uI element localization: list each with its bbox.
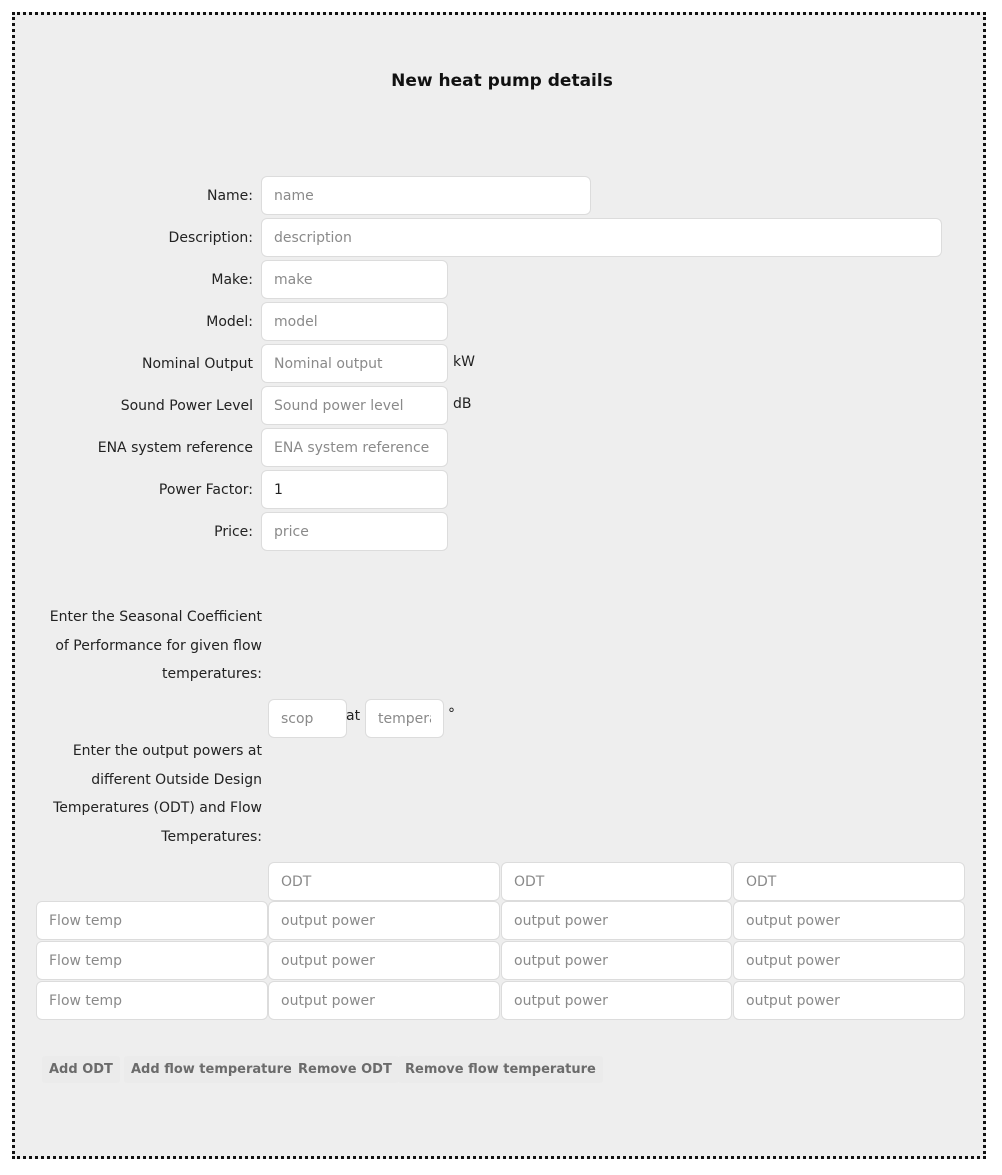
flow-temp-input-2[interactable] <box>36 941 268 980</box>
sound-power-level-label: Sound Power Level <box>120 398 253 414</box>
output-power-input-1-3[interactable] <box>733 901 965 940</box>
output-power-input-1-2[interactable] <box>501 901 732 940</box>
scop-at-label: at <box>346 708 361 724</box>
add-odt-button[interactable]: Add ODT <box>42 1056 120 1083</box>
price-label: Price: <box>214 524 253 540</box>
odt-input-1[interactable] <box>268 862 500 901</box>
output-power-input-1-1[interactable] <box>268 901 500 940</box>
output-power-input-2-3[interactable] <box>733 941 965 980</box>
ena-reference-input[interactable] <box>261 428 448 467</box>
power-factor-input[interactable] <box>261 470 448 509</box>
remove-flow-temperature-button[interactable]: Remove flow temperature <box>398 1056 603 1083</box>
flow-temp-input-1[interactable] <box>36 901 268 940</box>
nominal-output-input[interactable] <box>261 344 448 383</box>
sound-power-level-unit: dB <box>453 396 472 412</box>
make-label: Make: <box>211 272 253 288</box>
output-power-input-3-2[interactable] <box>501 981 732 1020</box>
odt-input-3[interactable] <box>733 862 965 901</box>
odt-input-2[interactable] <box>501 862 732 901</box>
price-input[interactable] <box>261 512 448 551</box>
output-power-input-2-1[interactable] <box>268 941 500 980</box>
model-label: Model: <box>206 314 253 330</box>
output-power-input-2-2[interactable] <box>501 941 732 980</box>
output-power-input-3-1[interactable] <box>268 981 500 1020</box>
nominal-output-label: Nominal Output <box>142 356 253 372</box>
description-input[interactable] <box>261 218 942 257</box>
form-container: New heat pump details Name: Description:… <box>12 12 986 1159</box>
ena-reference-label: ENA system reference <box>97 440 253 456</box>
model-input[interactable] <box>261 302 448 341</box>
sound-power-level-input[interactable] <box>261 386 448 425</box>
scop-temperature-input[interactable] <box>365 699 444 738</box>
remove-odt-button[interactable]: Remove ODT <box>291 1056 399 1083</box>
description-label: Description: <box>168 230 253 246</box>
flow-temp-input-3[interactable] <box>36 981 268 1020</box>
power-factor-label: Power Factor: <box>158 482 253 498</box>
scop-input[interactable] <box>268 699 347 738</box>
add-flow-temperature-button[interactable]: Add flow temperature <box>124 1056 299 1083</box>
output-power-input-3-3[interactable] <box>733 981 965 1020</box>
page-title: New heat pump details <box>391 71 613 91</box>
name-input[interactable] <box>261 176 591 215</box>
make-input[interactable] <box>261 260 448 299</box>
output-powers-prompt: Enter the output powers at different Out… <box>53 743 262 845</box>
degree-symbol: ° <box>448 706 455 722</box>
name-label: Name: <box>206 188 253 204</box>
nominal-output-unit: kW <box>453 354 475 370</box>
scop-prompt: Enter the Seasonal Coefficient of Perfor… <box>49 609 262 682</box>
